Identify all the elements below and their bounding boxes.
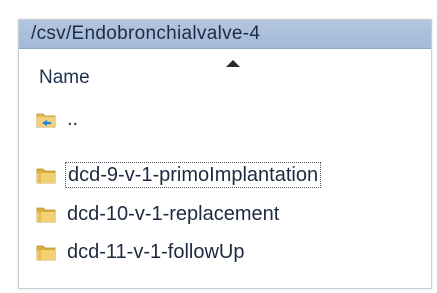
folder-icon: [36, 245, 56, 261]
list-item-folder[interactable]: dcd-10-v-1-replacement: [35, 198, 281, 230]
list-item-label: dcd-10-v-1-replacement: [67, 203, 280, 225]
list-item-folder[interactable]: dcd-11-v-1-followUp: [35, 236, 246, 268]
column-header-name[interactable]: Name: [19, 54, 431, 98]
folder-icon: [36, 168, 56, 184]
file-explorer-window: /csv/Endobronchialvalve-4 Name .. dcd-9-…: [18, 19, 432, 289]
sort-ascending-icon: [226, 60, 240, 67]
folder-icon: [36, 207, 56, 223]
list-item-folder[interactable]: dcd-9-v-1-primoImplantation: [35, 159, 322, 191]
list-item-label: dcd-11-v-1-followUp: [67, 241, 245, 263]
parent-folder-icon: [36, 113, 56, 128]
address-bar[interactable]: /csv/Endobronchialvalve-4: [19, 20, 431, 49]
address-path: /csv/Endobronchialvalve-4: [31, 23, 261, 44]
list-item-parent[interactable]: ..: [35, 103, 80, 135]
list-item-label: dcd-9-v-1-primoImplantation: [65, 162, 322, 188]
column-header-label: Name: [39, 67, 90, 88]
list-item-label: ..: [67, 108, 79, 130]
